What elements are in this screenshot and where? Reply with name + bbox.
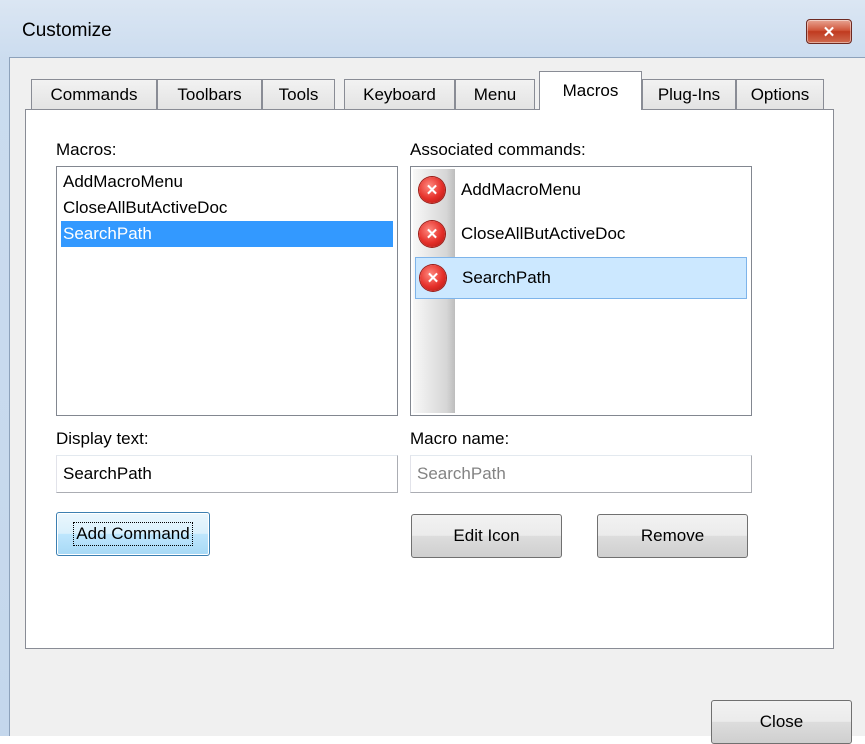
window-title: Customize [22,20,112,41]
tab-label: Options [750,84,810,104]
tab-label: Menu [473,84,517,104]
tab-commands[interactable]: Commands [31,79,157,109]
list-item[interactable]: AddMacroMenu [61,169,393,195]
tab-tools[interactable]: Tools [262,79,335,109]
close-button[interactable]: Close [711,700,852,744]
command-item-selected[interactable]: ✕ SearchPath [415,257,747,299]
tab-label: Commands [50,84,138,104]
error-icon: ✕ [419,177,445,203]
remove-button[interactable]: Remove [597,514,748,558]
list-item-selected[interactable]: SearchPath [61,221,393,247]
command-label: AddMacroMenu [461,180,582,199]
command-label: CloseAllButActiveDoc [461,224,626,243]
error-icon: ✕ [419,221,445,247]
add-command-button[interactable]: Add Command [56,512,210,556]
macros-label: Macros: [56,140,117,159]
tab-label: Plug-Ins [657,84,721,104]
tab-menu[interactable]: Menu [455,79,535,109]
dialog-client-area: Commands Toolbars Tools Keyboard Menu Ma… [9,57,865,744]
macro-name-label: Macro name: [410,429,510,448]
edit-icon-button[interactable]: Edit Icon [411,514,562,558]
macros-listbox[interactable]: AddMacroMenu CloseAllButActiveDoc Search… [56,166,398,416]
command-item[interactable]: ✕ CloseAllButActiveDoc [415,213,747,255]
button-label: Edit Icon [453,526,520,545]
button-label: Add Command [73,522,193,546]
command-label: SearchPath [462,268,551,287]
tab-label: Toolbars [177,84,242,104]
display-text-label: Display text: [56,429,149,448]
macro-name-field: SearchPath [410,455,752,493]
associated-commands-listbox[interactable]: ✕ AddMacroMenu ✕ CloseAllButActiveDoc ✕ … [410,166,752,416]
close-window-button[interactable]: ✕ [806,19,852,44]
tab-keyboard[interactable]: Keyboard [344,79,455,109]
close-icon: ✕ [822,23,836,41]
button-label: Remove [640,526,705,545]
command-item[interactable]: ✕ AddMacroMenu [415,169,747,211]
macros-tab-panel: Macros: AddMacroMenu CloseAllButActiveDo… [25,109,834,649]
display-text-field[interactable]: SearchPath [56,455,398,493]
tab-plug-ins[interactable]: Plug-Ins [642,79,736,109]
error-icon: ✕ [420,265,446,291]
tab-label: Keyboard [363,84,436,104]
customize-dialog: Customize ✕ Commands Toolbars Tools Keyb… [0,0,865,744]
tab-toolbars[interactable]: Toolbars [157,79,262,109]
tab-macros[interactable]: Macros [539,71,642,110]
associated-commands-label: Associated commands: [410,140,586,159]
list-item[interactable]: CloseAllButActiveDoc [61,195,393,221]
tab-label: Macros [562,81,619,100]
button-label: Close [759,712,804,731]
tab-label: Tools [278,84,319,104]
tab-options[interactable]: Options [736,79,824,109]
